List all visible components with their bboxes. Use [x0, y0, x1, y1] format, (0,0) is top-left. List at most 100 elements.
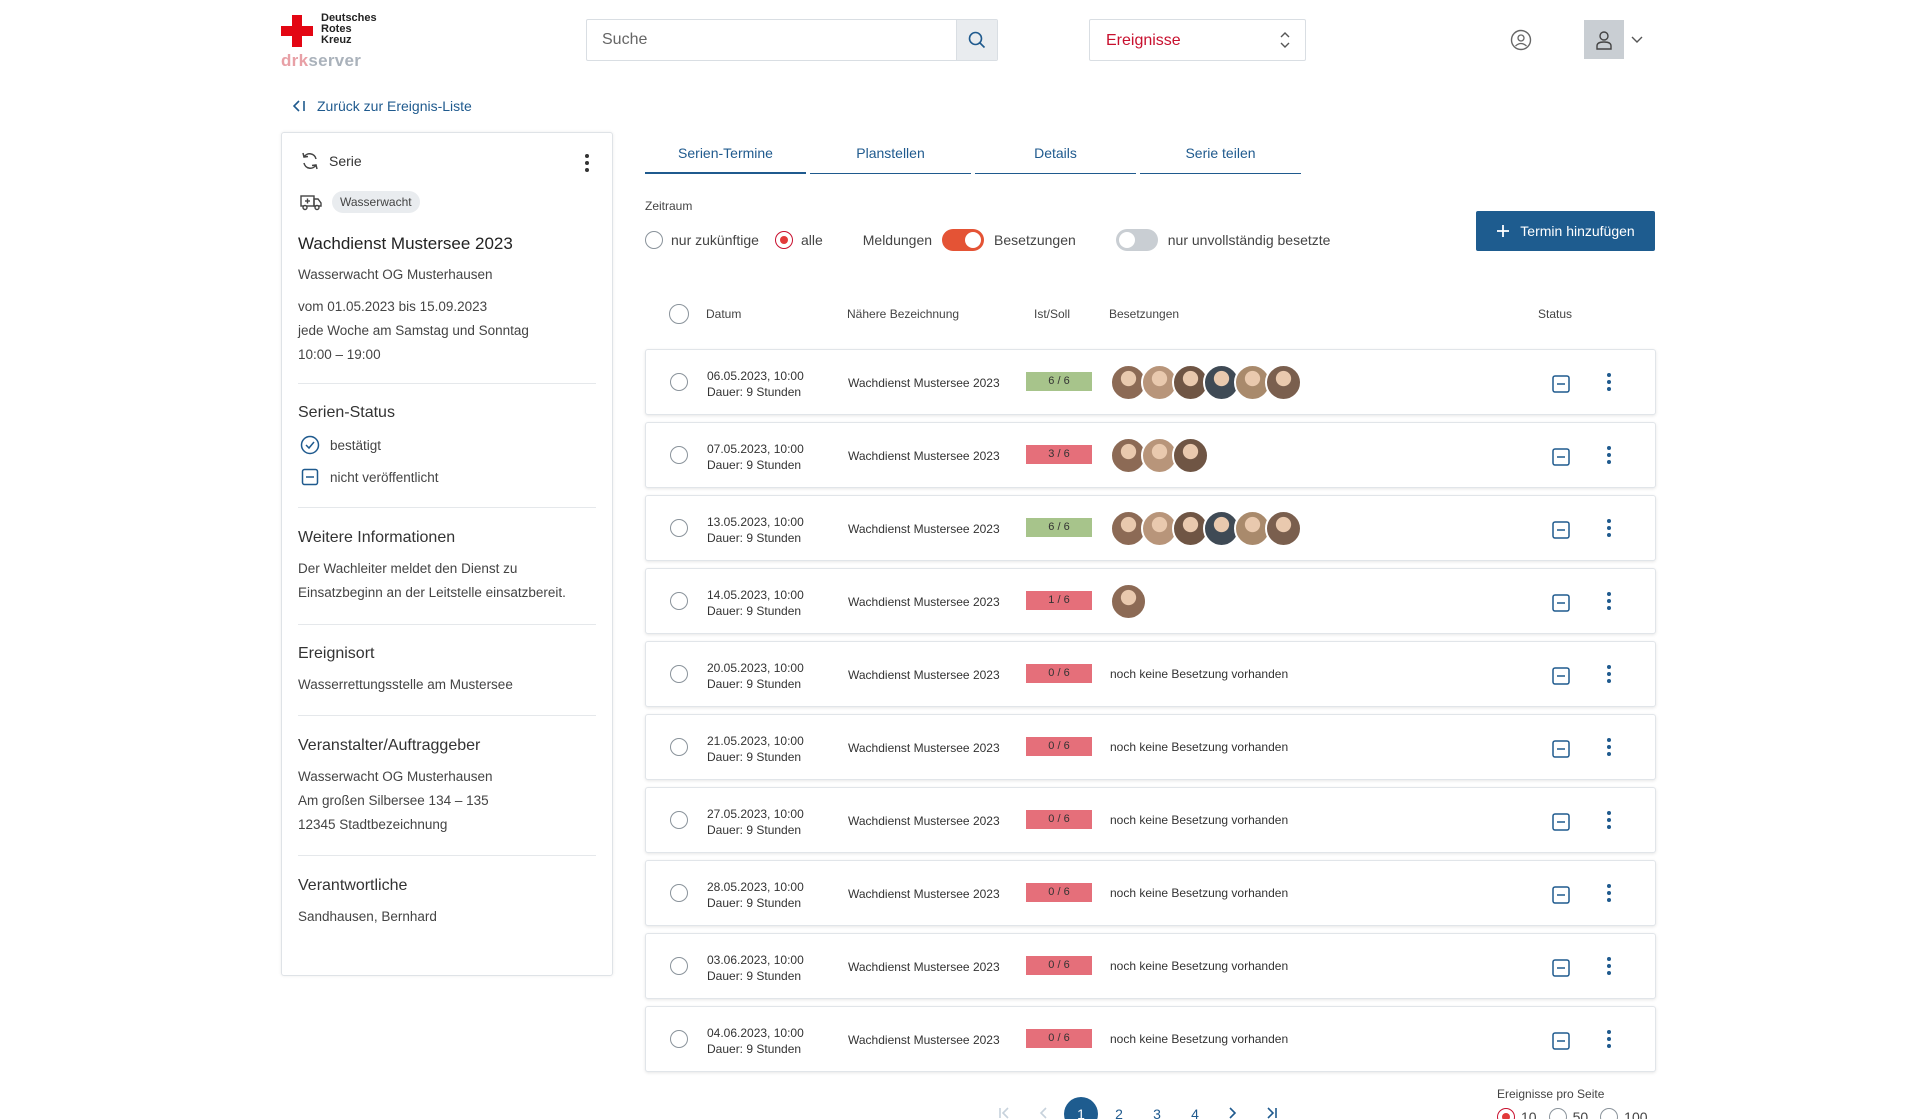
all-radio[interactable]: [774, 231, 793, 249]
logo-org-name: Deutsches Rotes Kreuz: [321, 13, 377, 46]
page-3-button[interactable]: 3: [1138, 1106, 1176, 1119]
help-icon[interactable]: [1510, 29, 1532, 51]
tab-details[interactable]: Details: [975, 138, 1136, 174]
row-select-radio[interactable]: [670, 811, 688, 829]
unpublished-status-icon[interactable]: [1551, 1031, 1571, 1051]
row-date-start: 28.05.2023, 10:00: [707, 880, 804, 894]
avatar: [1584, 20, 1624, 59]
row-duration: Dauer: 9 Stunden: [707, 385, 802, 399]
row-select-radio[interactable]: [670, 884, 688, 902]
table-row[interactable]: 14.05.2023, 10:00 Dauer: 9 Stunden Wachdie…: [645, 568, 1656, 634]
unpublished-status-icon[interactable]: [1551, 739, 1571, 759]
row-date-start: 13.05.2023, 10:00: [707, 515, 804, 529]
unpublished-status-icon[interactable]: [1551, 885, 1571, 905]
row-duration: Dauer: 9 Stunden: [707, 677, 802, 691]
staff-avatar[interactable]: [1265, 364, 1302, 401]
pagination: 1 2 3 4: [986, 1097, 1290, 1119]
series-date-range: vom 01.05.2023 bis 15.09.2023: [298, 299, 488, 314]
row-select-radio[interactable]: [670, 738, 688, 756]
unpublished-status-icon[interactable]: [1551, 374, 1571, 394]
table-row[interactable]: 07.05.2023, 10:00 Dauer: 9 Stunden Wachdie…: [645, 422, 1656, 488]
row-duration: Dauer: 9 Stunden: [707, 823, 802, 837]
more-options-icon[interactable]: [1606, 810, 1612, 830]
series-time: 10:00 – 19:00: [298, 347, 381, 362]
unpublished-status-icon[interactable]: [1551, 666, 1571, 686]
table-row[interactable]: 21.05.2023, 10:00 Dauer: 9 Stunden Wachdie…: [645, 714, 1656, 780]
row-select-radio[interactable]: [670, 373, 688, 391]
select-all-radio[interactable]: [669, 304, 689, 324]
row-name: Wachdienst Mustersee 2023: [848, 449, 1000, 463]
table-row[interactable]: 06.05.2023, 10:00 Dauer: 9 Stunden Wachdie…: [645, 349, 1656, 415]
row-select-radio[interactable]: [670, 519, 688, 537]
row-name: Wachdienst Mustersee 2023: [848, 741, 1000, 755]
more-options-icon[interactable]: [584, 153, 590, 173]
incomplete-only-label: nur unvollständig besetzte: [1167, 232, 1331, 248]
search-button[interactable]: [956, 20, 997, 60]
chevron-down-icon: [1631, 36, 1643, 43]
drk-logo[interactable]: Deutsches Rotes Kreuz drkserver: [281, 13, 391, 70]
logo-product-prefix: drk: [281, 51, 309, 70]
last-page-button[interactable]: [1252, 1106, 1290, 1119]
add-date-button[interactable]: Termin hinzufügen: [1476, 211, 1655, 251]
table-row[interactable]: 03.06.2023, 10:00 Dauer: 9 Stunden Wachdie…: [645, 933, 1656, 999]
more-options-icon[interactable]: [1606, 737, 1612, 757]
more-options-icon[interactable]: [1606, 664, 1612, 684]
first-page-button[interactable]: [986, 1106, 1024, 1119]
row-select-radio[interactable]: [670, 592, 688, 610]
reports-staffing-toggle[interactable]: [942, 229, 985, 251]
tab-positions[interactable]: Planstellen: [810, 138, 971, 174]
place-heading: Ereignisort: [298, 645, 375, 662]
more-options-icon[interactable]: [1606, 1029, 1612, 1049]
table-row[interactable]: 28.05.2023, 10:00 Dauer: 9 Stunden Wachdie…: [645, 860, 1656, 926]
row-date: 07.05.2023, 10:00 Dauer: 9 Stunden: [707, 441, 804, 473]
unpublished-status-icon[interactable]: [1551, 812, 1571, 832]
more-options-icon[interactable]: [1606, 372, 1612, 392]
per-page-100-radio[interactable]: [1600, 1108, 1619, 1119]
table-row[interactable]: 27.05.2023, 10:00 Dauer: 9 Stunden Wachdie…: [645, 787, 1656, 853]
staffing-ratio-badge: 0 / 6: [1026, 737, 1092, 756]
per-page-10-radio[interactable]: [1497, 1108, 1515, 1119]
per-page-50-radio[interactable]: [1548, 1108, 1567, 1119]
divider: [298, 507, 596, 508]
user-menu-button[interactable]: [1584, 20, 1650, 59]
back-arrow-icon: [293, 100, 305, 112]
more-options-icon[interactable]: [1606, 518, 1612, 538]
row-select-radio[interactable]: [670, 446, 688, 464]
next-page-button[interactable]: [1214, 1106, 1252, 1119]
prev-page-button[interactable]: [1024, 1106, 1062, 1119]
row-duration: Dauer: 9 Stunden: [707, 750, 802, 764]
staff-avatar[interactable]: [1172, 437, 1209, 474]
staff-avatar[interactable]: [1110, 583, 1147, 620]
page-1-button[interactable]: 1: [1064, 1097, 1098, 1119]
tab-series-dates[interactable]: Serien-Termine: [645, 138, 806, 174]
table-row[interactable]: 13.05.2023, 10:00 Dauer: 9 Stunden Wachdie…: [645, 495, 1656, 561]
unpublished-status-icon[interactable]: [1551, 593, 1571, 613]
staff-avatar[interactable]: [1265, 510, 1302, 547]
tab-share-series[interactable]: Serie teilen: [1140, 138, 1301, 174]
table-row[interactable]: 04.06.2023, 10:00 Dauer: 9 Stunden Wachdie…: [645, 1006, 1656, 1072]
unpublished-status-icon[interactable]: [1551, 520, 1571, 540]
page-2-button[interactable]: 2: [1100, 1106, 1138, 1119]
back-to-list-link[interactable]: Zurück zur Ereignis-Liste: [293, 98, 472, 114]
incomplete-only-toggle[interactable]: [1115, 229, 1158, 251]
future-only-radio[interactable]: [645, 231, 663, 249]
more-options-icon[interactable]: [1606, 956, 1612, 976]
table-row[interactable]: 20.05.2023, 10:00 Dauer: 9 Stunden Wachdie…: [645, 641, 1656, 707]
more-options-icon[interactable]: [1606, 591, 1612, 611]
row-date-start: 21.05.2023, 10:00: [707, 734, 804, 748]
row-select-radio[interactable]: [670, 665, 688, 683]
row-select-radio[interactable]: [670, 957, 688, 975]
search-input[interactable]: [587, 20, 957, 60]
unpublished-status-icon[interactable]: [1551, 447, 1571, 467]
row-select-radio[interactable]: [670, 1030, 688, 1048]
row-date: 21.05.2023, 10:00 Dauer: 9 Stunden: [707, 733, 804, 765]
unpublished-status-icon[interactable]: [1551, 958, 1571, 978]
per-page-50-label: 50: [1572, 1109, 1589, 1119]
status-confirmed-label: bestätigt: [330, 437, 382, 453]
logo-line-3: Kreuz: [321, 34, 352, 46]
section-select[interactable]: Ereignisse: [1089, 19, 1306, 61]
page-4-button[interactable]: 4: [1176, 1106, 1214, 1119]
more-options-icon[interactable]: [1606, 883, 1612, 903]
row-date-start: 07.05.2023, 10:00: [707, 442, 804, 456]
more-options-icon[interactable]: [1606, 445, 1612, 465]
